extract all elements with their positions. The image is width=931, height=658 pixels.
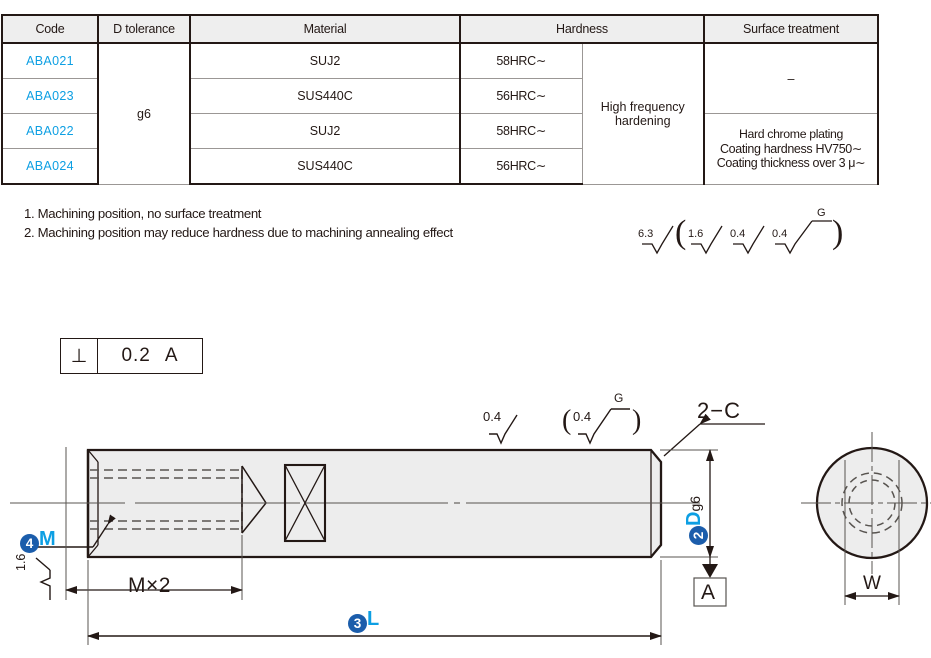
roughness-label-top-right: 0.4 (573, 409, 592, 424)
diameter-symbol-label: D (683, 511, 705, 526)
width-dimension-label: W (863, 573, 881, 594)
roughness-paren-close: ) (632, 405, 642, 436)
roughness-label-bottom-left: 1.6 (14, 553, 28, 571)
callout-badge-2: 2 (689, 526, 708, 545)
callout-badge-3: 3 (348, 614, 367, 633)
chamfer-leader (663, 413, 765, 457)
length-callout: 3L (348, 608, 379, 633)
callout-badge-4: 4 (20, 534, 39, 553)
grind-symbol-label: G (614, 391, 624, 405)
length-symbol-label: L (367, 608, 380, 630)
datum-a-box-label: A (701, 581, 716, 604)
chamfer-label: 2−C (697, 398, 741, 423)
thread-depth-label: M×2 (128, 574, 171, 597)
diameter-callout: 2Dg6 (683, 496, 708, 545)
roughness-symbol-bottom-left (35, 557, 51, 600)
technical-drawing (10, 408, 931, 645)
diameter-tolerance-label: g6 (687, 495, 703, 512)
roughness-paren-open: ( (562, 405, 572, 436)
thread-symbol-label: M (39, 528, 56, 550)
roughness-label-top-left: 0.4 (483, 409, 502, 424)
thread-callout: 4M (20, 528, 56, 553)
